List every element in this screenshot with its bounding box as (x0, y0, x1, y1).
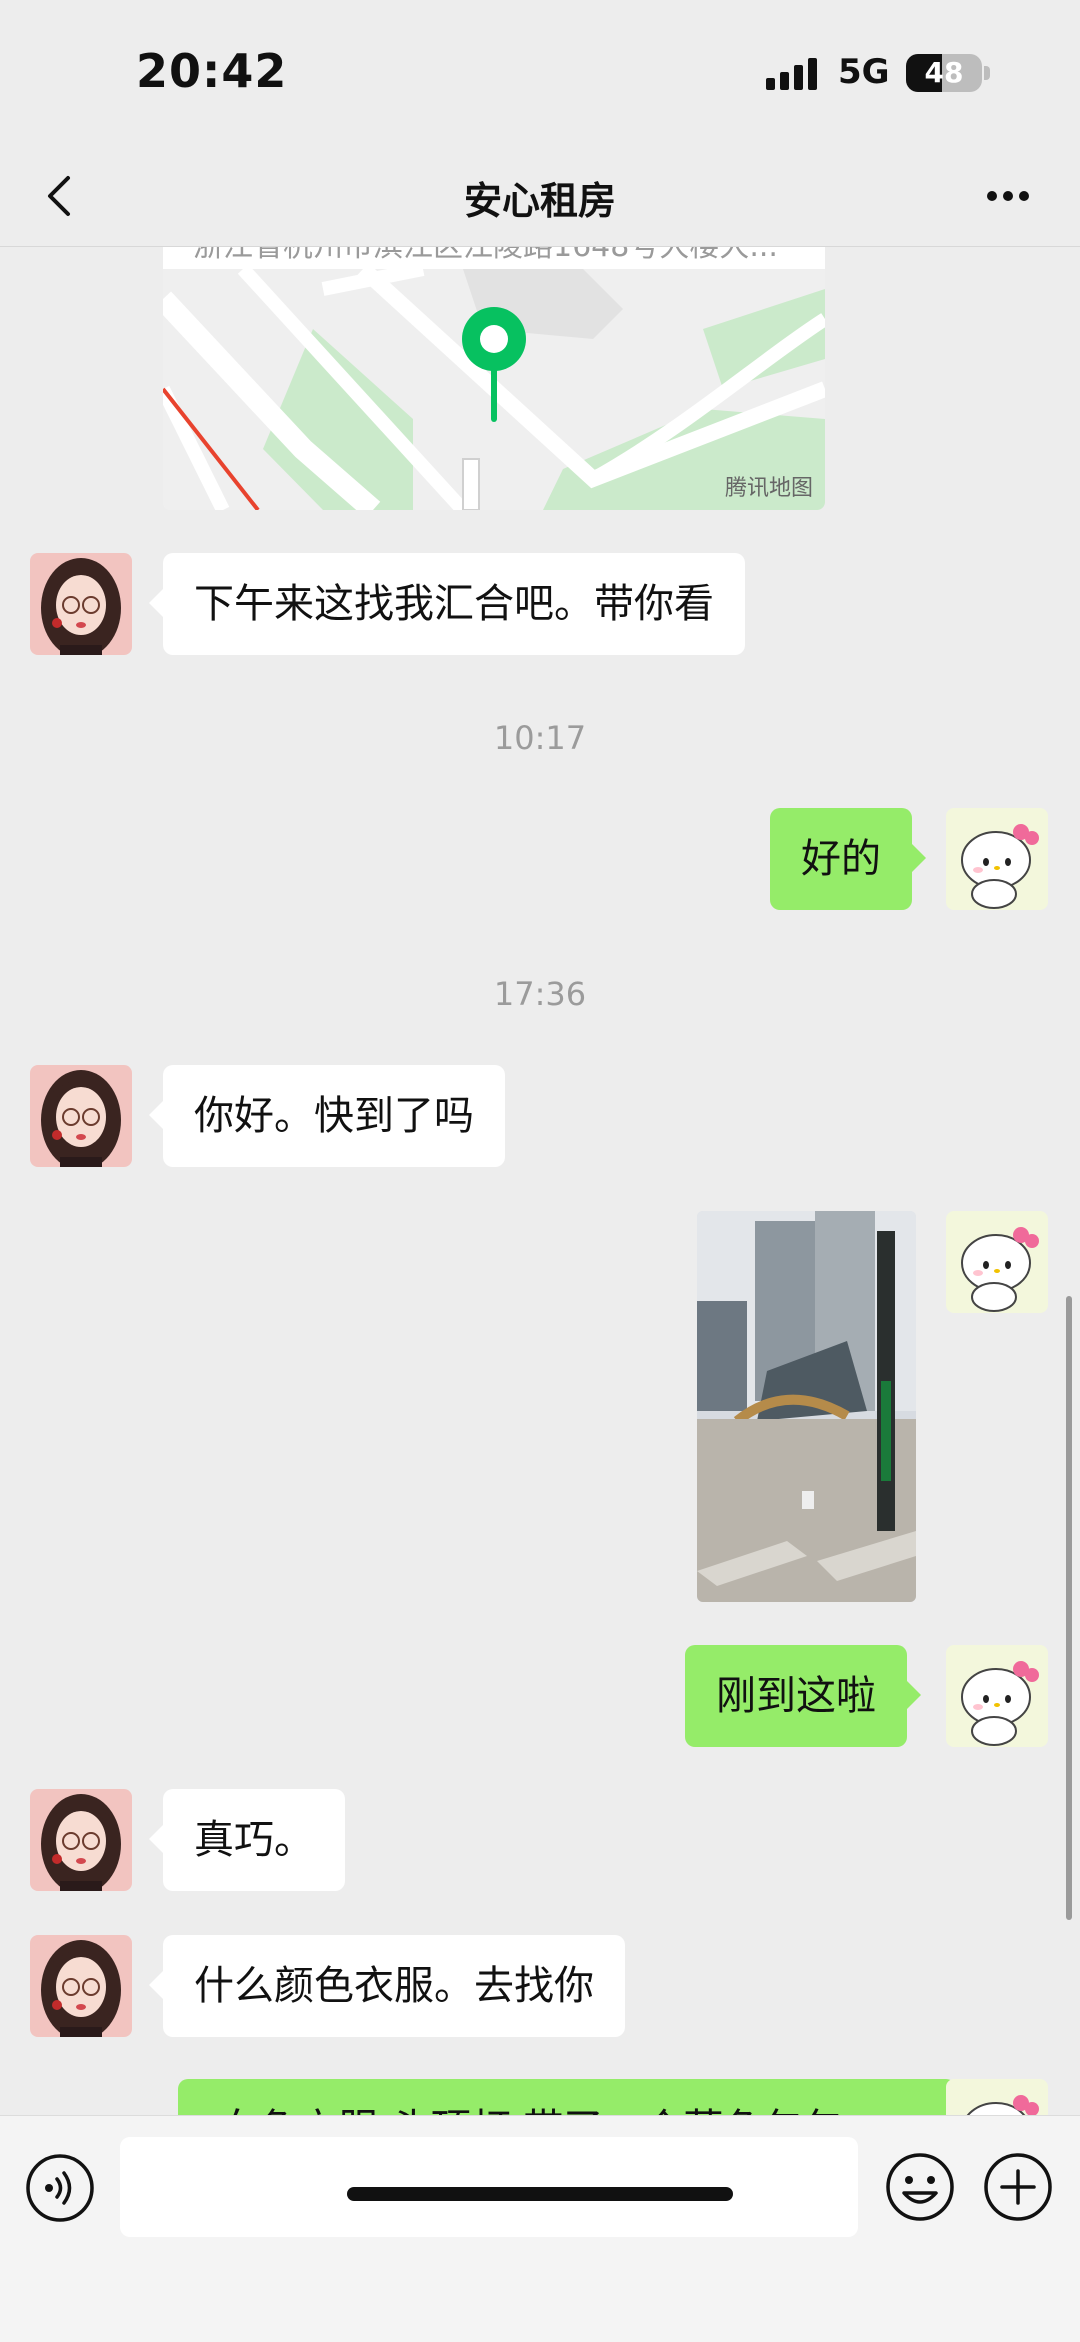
contact-avatar-image (30, 1789, 132, 1891)
location-card[interactable]: 浙江省杭州市滨江区江陵路1648号大楼大... 腾讯地图 (163, 247, 825, 510)
chat-header: 安心租房 (0, 150, 1080, 247)
status-bar: 20:42 5G 48 (0, 0, 1080, 150)
my-avatar[interactable] (946, 808, 1048, 910)
battery-cap (984, 66, 990, 80)
home-indicator[interactable] (347, 2187, 733, 2201)
chat-title: 安心租房 (463, 179, 616, 223)
photo-message[interactable] (697, 1211, 916, 1602)
message-timestamp: 10:17 (493, 719, 587, 757)
signal-icon (766, 58, 817, 90)
my-avatar[interactable] (946, 1211, 1048, 1313)
message-bubble-incoming[interactable]: 你好。快到了吗 (149, 1065, 505, 1167)
status-time: 20:42 (136, 44, 288, 98)
contact-avatar[interactable] (30, 553, 132, 655)
contact-avatar[interactable] (30, 1065, 132, 1167)
message-timestamp: 17:36 (493, 975, 587, 1013)
contact-avatar-image (30, 1065, 132, 1167)
more-icon[interactable] (968, 164, 1048, 228)
my-avatar-image (946, 2079, 1048, 2115)
message-bubble-outgoing[interactable]: 刚到这啦 (685, 1645, 921, 1747)
message-bubble-outgoing[interactable]: 白色衣服 头顶灯 带了一个蓝色包包 (178, 2079, 956, 2115)
my-avatar[interactable] (946, 2079, 1048, 2115)
message-bubble-incoming[interactable]: 下午来这找我汇合吧。带你看 (149, 553, 745, 655)
voice-icon[interactable] (25, 2153, 95, 2223)
message-bubble-incoming[interactable]: 什么颜色衣服。去找你 (149, 1935, 625, 2037)
my-avatar-image (946, 1211, 1048, 1313)
contact-avatar[interactable] (30, 1935, 132, 2037)
message-bubble-incoming[interactable]: 真巧。 (149, 1789, 345, 1891)
location-address: 浙江省杭州市滨江区江陵路1648号大楼大... (193, 247, 778, 265)
battery-icon: 48 (906, 54, 982, 92)
battery-level: 48 (924, 56, 964, 89)
map-watermark: 腾讯地图 (724, 476, 813, 501)
contact-avatar-image (30, 553, 132, 655)
input-bar (0, 2115, 1080, 2342)
emoji-icon[interactable] (884, 2151, 956, 2223)
my-avatar-image (946, 808, 1048, 910)
my-avatar-image (946, 1645, 1048, 1747)
my-avatar[interactable] (946, 1645, 1048, 1747)
message-list[interactable]: 浙江省杭州市滨江区江陵路1648号大楼大... 腾讯地图 (0, 247, 1080, 2115)
contact-avatar-image (30, 1935, 132, 2037)
plus-icon[interactable] (982, 2151, 1054, 2223)
message-bubble-outgoing[interactable]: 好的 (770, 808, 926, 910)
network-type: 5G (838, 52, 890, 92)
contact-avatar[interactable] (30, 1789, 132, 1891)
scrollbar[interactable] (1066, 1296, 1072, 1920)
